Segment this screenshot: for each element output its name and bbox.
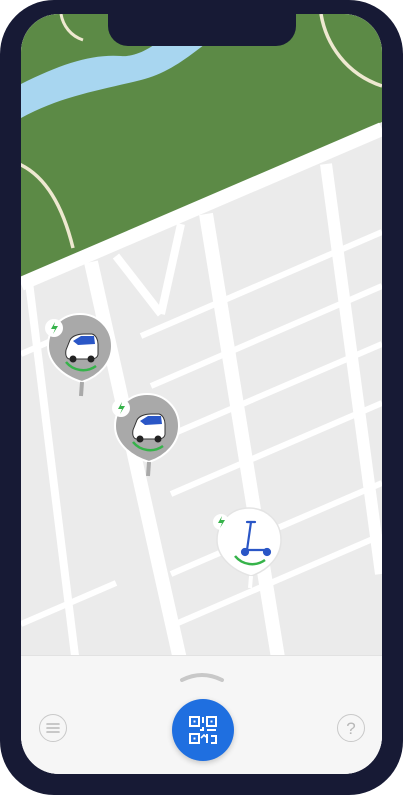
electric-car-icon (65, 333, 99, 363)
help-icon: ? (346, 718, 356, 738)
bottom-sheet[interactable]: ? (21, 655, 382, 774)
app-screen: ? (21, 14, 382, 774)
electric-car-icon (132, 413, 166, 443)
qr-scan-icon (189, 716, 217, 744)
menu-icon (46, 723, 60, 733)
scan-qr-button[interactable] (172, 699, 234, 761)
menu-button[interactable] (39, 714, 67, 742)
drag-handle[interactable] (179, 672, 225, 682)
help-button[interactable]: ? (337, 714, 365, 742)
phone-notch (108, 14, 296, 46)
